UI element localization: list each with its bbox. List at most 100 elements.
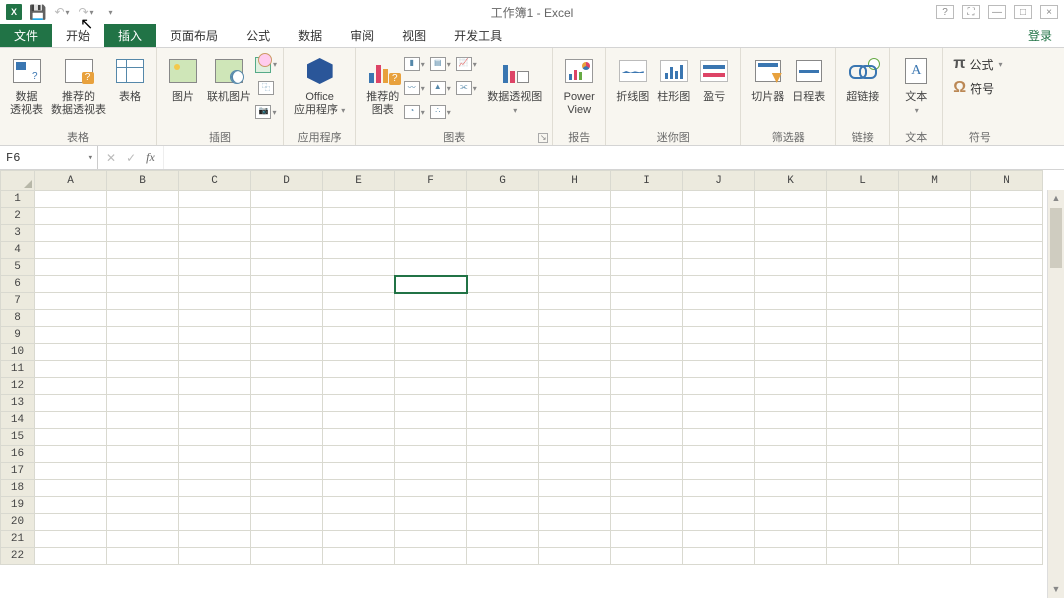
cell[interactable]: [467, 259, 539, 276]
cell[interactable]: [323, 412, 395, 429]
cell[interactable]: [971, 327, 1043, 344]
cell[interactable]: [971, 208, 1043, 225]
cell[interactable]: [395, 242, 467, 259]
enter-formula-button[interactable]: ✓: [126, 151, 136, 165]
cell[interactable]: [827, 446, 899, 463]
cell[interactable]: [251, 327, 323, 344]
cell[interactable]: [755, 259, 827, 276]
cell[interactable]: [395, 225, 467, 242]
cell[interactable]: [611, 463, 683, 480]
cell[interactable]: [827, 225, 899, 242]
cell[interactable]: [683, 514, 755, 531]
cell[interactable]: [755, 276, 827, 293]
cell[interactable]: [395, 463, 467, 480]
cell[interactable]: [611, 514, 683, 531]
cell[interactable]: [107, 361, 179, 378]
cell[interactable]: [539, 531, 611, 548]
row-header[interactable]: 20: [1, 514, 35, 531]
cell[interactable]: [899, 429, 971, 446]
sparkline-column-button[interactable]: 柱形图: [653, 51, 694, 106]
cell[interactable]: [323, 548, 395, 565]
sign-in-link[interactable]: 登录: [1016, 24, 1064, 47]
cell[interactable]: [467, 395, 539, 412]
cell[interactable]: [611, 378, 683, 395]
cell[interactable]: [683, 378, 755, 395]
tab-review[interactable]: 审阅: [336, 24, 388, 47]
cell[interactable]: [179, 429, 251, 446]
vertical-scrollbar[interactable]: ▲ ▼: [1047, 190, 1064, 598]
cell[interactable]: [35, 480, 107, 497]
cell[interactable]: [323, 344, 395, 361]
cell[interactable]: [35, 514, 107, 531]
cell[interactable]: [395, 497, 467, 514]
cell[interactable]: [971, 225, 1043, 242]
scatter-chart-button[interactable]: ∴▾: [429, 101, 451, 123]
cell[interactable]: [467, 412, 539, 429]
cell[interactable]: [683, 497, 755, 514]
cell[interactable]: [179, 344, 251, 361]
cell[interactable]: [611, 242, 683, 259]
cell[interactable]: [827, 293, 899, 310]
cell[interactable]: [179, 310, 251, 327]
cell[interactable]: [899, 480, 971, 497]
cell[interactable]: [251, 276, 323, 293]
cell[interactable]: [179, 446, 251, 463]
cell[interactable]: [683, 361, 755, 378]
cell[interactable]: [107, 327, 179, 344]
save-button[interactable]: 💾: [28, 2, 48, 22]
cell[interactable]: [35, 497, 107, 514]
tab-formulas[interactable]: 公式: [232, 24, 284, 47]
cell[interactable]: [179, 531, 251, 548]
cell[interactable]: [827, 480, 899, 497]
cell[interactable]: [107, 429, 179, 446]
cell[interactable]: [899, 293, 971, 310]
cell[interactable]: [683, 463, 755, 480]
pivot-chart-button[interactable]: 数据透视图▾: [483, 51, 546, 119]
cell[interactable]: [539, 208, 611, 225]
cell[interactable]: [683, 344, 755, 361]
cell[interactable]: [107, 531, 179, 548]
cell[interactable]: [611, 548, 683, 565]
cell[interactable]: [107, 378, 179, 395]
row-header[interactable]: 22: [1, 548, 35, 565]
combo-chart-button[interactable]: ⫘▾: [455, 77, 477, 99]
cell[interactable]: [35, 463, 107, 480]
cell[interactable]: [107, 242, 179, 259]
column-header[interactable]: B: [107, 171, 179, 191]
cell[interactable]: [755, 310, 827, 327]
cell[interactable]: [899, 395, 971, 412]
cell[interactable]: [827, 327, 899, 344]
cell[interactable]: [467, 463, 539, 480]
cell[interactable]: [323, 225, 395, 242]
cell[interactable]: [971, 531, 1043, 548]
cell[interactable]: [395, 531, 467, 548]
recommended-pivot-button[interactable]: 推荐的 数据透视表: [47, 51, 110, 119]
cell[interactable]: [323, 497, 395, 514]
cell[interactable]: [827, 259, 899, 276]
cell[interactable]: [971, 242, 1043, 259]
cell[interactable]: [755, 446, 827, 463]
cell[interactable]: [539, 276, 611, 293]
cell[interactable]: [611, 531, 683, 548]
cell[interactable]: [539, 463, 611, 480]
cell[interactable]: [251, 242, 323, 259]
cell[interactable]: [395, 480, 467, 497]
cell[interactable]: [611, 344, 683, 361]
cell[interactable]: [395, 276, 467, 293]
sparkline-line-button[interactable]: 折线图: [612, 51, 653, 106]
cell[interactable]: [971, 344, 1043, 361]
cell[interactable]: [539, 395, 611, 412]
cell[interactable]: [683, 429, 755, 446]
row-header[interactable]: 11: [1, 361, 35, 378]
cell[interactable]: [251, 548, 323, 565]
cell[interactable]: [251, 259, 323, 276]
cell[interactable]: [827, 412, 899, 429]
row-header[interactable]: 4: [1, 242, 35, 259]
cell[interactable]: [755, 429, 827, 446]
cell[interactable]: [755, 191, 827, 208]
cell[interactable]: [827, 497, 899, 514]
cell[interactable]: [35, 429, 107, 446]
cell[interactable]: [323, 191, 395, 208]
row-header[interactable]: 21: [1, 531, 35, 548]
recommended-charts-button[interactable]: 推荐的 图表: [362, 51, 403, 119]
